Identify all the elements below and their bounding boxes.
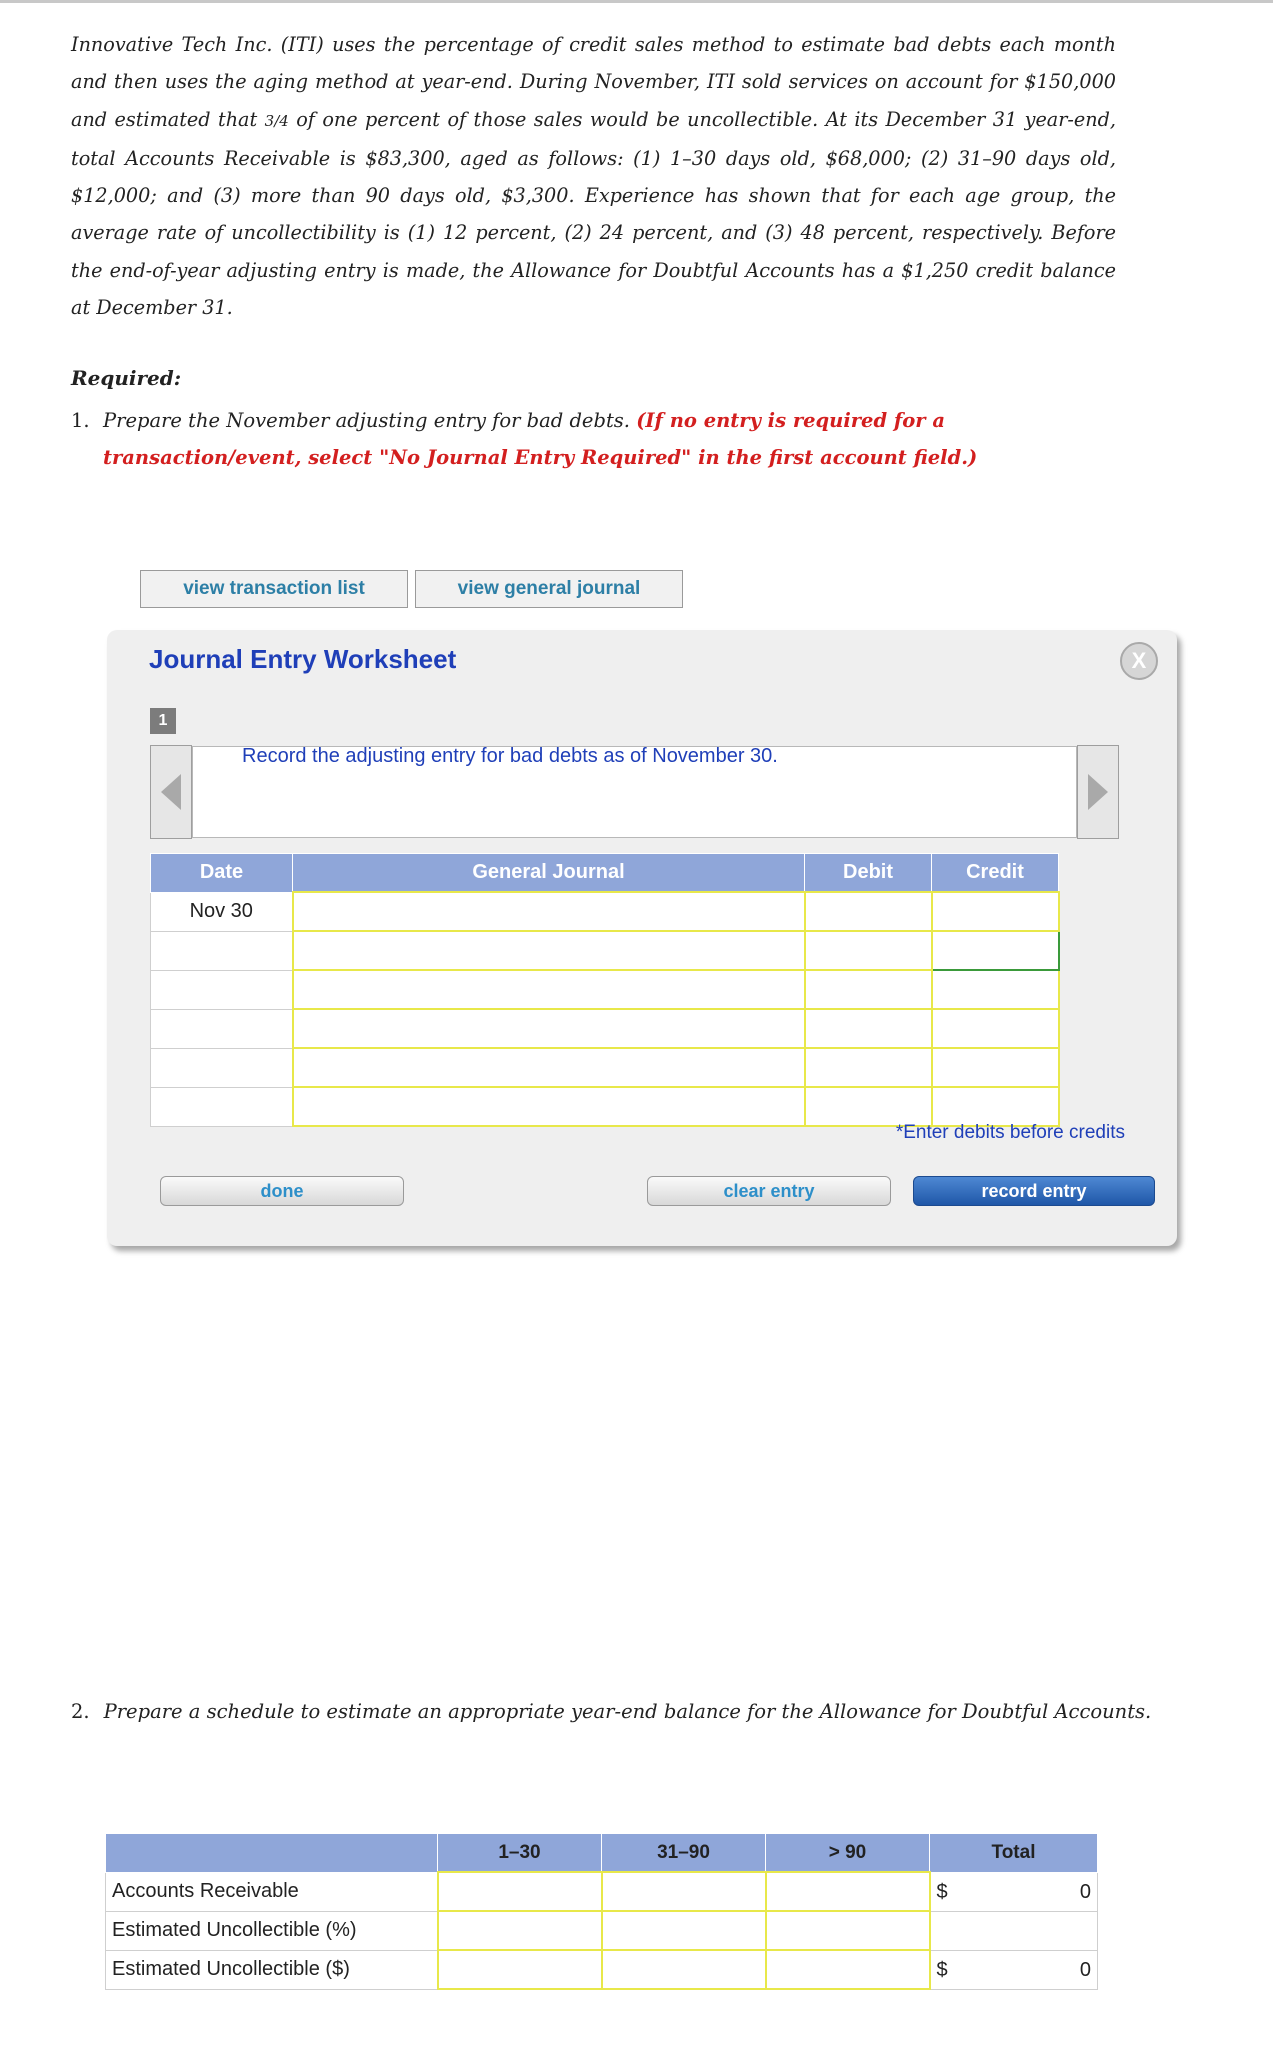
- amt-total-value: 0: [1079, 1958, 1091, 1981]
- debit-input[interactable]: [803, 930, 933, 971]
- accounts-receivable-label: Accounts Receivable: [105, 1871, 438, 1912]
- ar-1-30-input[interactable]: [436, 1871, 603, 1912]
- pct-over-90-input[interactable]: [764, 1910, 931, 1951]
- table-row: [150, 1047, 1060, 1088]
- debit-input[interactable]: [803, 1047, 933, 1088]
- credit-header: Credit: [931, 853, 1059, 893]
- question-1-number: 1.: [71, 409, 90, 432]
- ar-31-90-input[interactable]: [600, 1871, 767, 1912]
- question-1-text-block: Prepare the November adjusting entry for…: [103, 402, 1121, 476]
- question-2-text: Prepare a schedule to estimate an approp…: [103, 1700, 1152, 1723]
- ar-over-90-input[interactable]: [764, 1871, 931, 1912]
- amt-1-30-input[interactable]: [436, 1949, 603, 1990]
- table-row: Nov 30: [150, 891, 1060, 932]
- step-number-badge[interactable]: 1: [150, 708, 176, 734]
- date-header: Date: [150, 853, 293, 893]
- date-cell[interactable]: [150, 1047, 293, 1088]
- intro-part-2: of one percent of those sales would be u…: [71, 107, 1116, 320]
- credit-input[interactable]: [930, 969, 1060, 1010]
- table-row: [150, 969, 1060, 1010]
- journal-table: Date General Journal Debit Credit Nov 30: [150, 853, 1060, 1127]
- currency-symbol: $: [936, 1880, 948, 1903]
- credit-input[interactable]: [930, 1047, 1060, 1088]
- journal-header-row: Date General Journal Debit Credit: [150, 853, 1059, 893]
- date-cell[interactable]: [150, 1008, 293, 1049]
- fraction: 3/4: [264, 111, 289, 130]
- top-divider: [0, 0, 1273, 3]
- next-arrow-button[interactable]: [1077, 745, 1119, 839]
- schedule-header-row: 1–30 31–90 > 90 Total: [105, 1833, 1098, 1873]
- credit-input[interactable]: [930, 1008, 1060, 1049]
- estimated-uncollectible-amt-label: Estimated Uncollectible ($): [105, 1949, 438, 1990]
- chevron-left-icon: [161, 774, 181, 810]
- table-row: [150, 930, 1060, 971]
- account-input[interactable]: [291, 1008, 806, 1049]
- date-cell[interactable]: [150, 1086, 293, 1127]
- currency-symbol: $: [936, 1958, 948, 1981]
- ar-total-value: 0: [1079, 1880, 1091, 1903]
- schedule-label-header: [105, 1833, 438, 1873]
- estimated-uncollectible-pct-label: Estimated Uncollectible (%): [105, 1910, 438, 1951]
- pct-1-30-input[interactable]: [436, 1910, 603, 1951]
- amt-total-cell: $ 0: [929, 1949, 1098, 1990]
- debit-input[interactable]: [803, 1086, 933, 1127]
- general-journal-header: General Journal: [292, 853, 805, 893]
- chevron-right-icon: [1088, 774, 1108, 810]
- table-row: Accounts Receivable $ 0: [105, 1871, 1098, 1912]
- amt-over-90-input[interactable]: [764, 1949, 931, 1990]
- done-button[interactable]: done: [160, 1176, 404, 1206]
- credit-input[interactable]: [930, 930, 1060, 971]
- account-input[interactable]: [291, 1047, 806, 1088]
- clear-entry-button[interactable]: clear entry: [647, 1176, 891, 1206]
- debit-input[interactable]: [803, 1008, 933, 1049]
- table-row: Estimated Uncollectible ($) $ 0: [105, 1949, 1098, 1990]
- date-cell[interactable]: [150, 969, 293, 1010]
- col-31-90-header: 31–90: [601, 1833, 766, 1873]
- account-input[interactable]: [291, 891, 806, 932]
- account-input[interactable]: [291, 969, 806, 1010]
- account-input[interactable]: [291, 1086, 806, 1127]
- record-entry-button[interactable]: record entry: [913, 1176, 1155, 1206]
- question-1: 1. Prepare the November adjusting entry …: [71, 402, 1121, 476]
- question-2: 2. Prepare a schedule to estimate an appr…: [71, 1700, 1151, 1723]
- debit-input[interactable]: [803, 891, 933, 932]
- total-header: Total: [929, 1833, 1098, 1873]
- view-transaction-list-button[interactable]: view transaction list: [140, 570, 408, 608]
- problem-intro: Innovative Tech Inc. (ITI) uses the perc…: [71, 26, 1116, 326]
- credit-input[interactable]: [930, 1086, 1060, 1127]
- worksheet-title: Journal Entry Worksheet: [149, 644, 457, 674]
- col-over-90-header: > 90: [765, 1833, 930, 1873]
- pct-31-90-input[interactable]: [600, 1910, 767, 1951]
- col-1-30-header: 1–30: [437, 1833, 602, 1873]
- ar-total-cell: $ 0: [929, 1871, 1098, 1912]
- question-1-text: Prepare the November adjusting entry for…: [103, 409, 637, 432]
- table-row: [150, 1008, 1060, 1049]
- close-icon[interactable]: X: [1120, 642, 1158, 680]
- view-general-journal-button[interactable]: view general journal: [415, 570, 683, 608]
- pct-total-cell: [929, 1910, 1098, 1951]
- debit-header: Debit: [804, 853, 932, 893]
- date-cell[interactable]: [150, 930, 293, 971]
- instruction-text: Record the adjusting entry for bad debts…: [242, 745, 778, 767]
- required-heading: Required:: [71, 366, 182, 390]
- table-row: [150, 1086, 1060, 1127]
- prev-arrow-button[interactable]: [150, 745, 192, 839]
- account-input[interactable]: [291, 930, 806, 971]
- question-2-number: 2.: [71, 1700, 90, 1723]
- credit-input[interactable]: [930, 891, 1060, 932]
- debits-before-credits-note: *Enter debits before credits: [895, 1122, 1125, 1143]
- journal-entry-worksheet: Journal Entry Worksheet X 1 Record the a…: [107, 630, 1177, 1246]
- aging-schedule-table: 1–30 31–90 > 90 Total Accounts Receivabl…: [105, 1833, 1098, 1990]
- debit-input[interactable]: [803, 969, 933, 1010]
- amt-31-90-input[interactable]: [600, 1949, 767, 1990]
- date-cell[interactable]: Nov 30: [150, 891, 293, 932]
- table-row: Estimated Uncollectible (%): [105, 1910, 1098, 1951]
